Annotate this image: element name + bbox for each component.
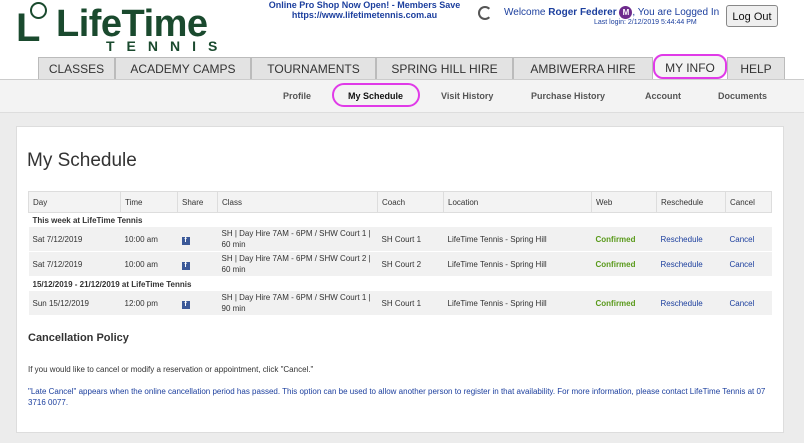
cancellation-policy-title: Cancellation Policy	[28, 332, 129, 344]
table-row: Sat 7/12/2019 10:00 am f SH | Day Hire 7…	[28, 251, 772, 277]
main-tabs: CLASSES ACADEMY CAMPS TOURNAMENTS SPRING…	[0, 54, 804, 79]
table-row: Sat 7/12/2019 10:00 am f SH | Day Hire 7…	[28, 227, 772, 252]
row-time: 12:00 pm	[120, 291, 178, 316]
schedule-table: Day Time Share Class Coach Location Web …	[28, 191, 772, 316]
group-header: This week at LifeTime Tennis	[28, 212, 772, 227]
reschedule-link[interactable]: Reschedule	[656, 291, 726, 316]
reschedule-link[interactable]: Reschedule	[656, 251, 726, 277]
tab-my-info[interactable]: MY INFO	[653, 54, 727, 79]
row-location: LifeTime Tennis - Spring Hill	[443, 291, 592, 316]
logout-button[interactable]: Log Out	[726, 5, 778, 27]
row-coach: SH Court 2	[377, 251, 444, 277]
user-name: Roger Federer	[548, 7, 617, 19]
row-class: SH | Day Hire 7AM - 6PM / SHW Court 1 | …	[217, 291, 378, 316]
row-coach: SH Court 1	[377, 291, 444, 316]
header: L LifeTime TENNIS Online Pro Shop Now Op…	[0, 0, 804, 57]
my-schedule-highlight	[332, 83, 420, 107]
row-share: f	[177, 227, 218, 252]
member-badge: M	[619, 6, 633, 19]
row-coach: SH Court 1	[377, 227, 444, 252]
row-share: f	[177, 251, 218, 277]
row-day: Sat 7/12/2019	[28, 227, 121, 252]
row-share: f	[177, 291, 218, 316]
group-header: 15/12/2019 - 21/12/2019 at LifeTime Tenn…	[28, 276, 772, 291]
row-web-status: Confirmed	[591, 291, 657, 316]
col-location: Location	[443, 191, 592, 213]
facebook-icon[interactable]: f	[181, 236, 190, 245]
col-time: Time	[120, 191, 178, 213]
promo-line-1: Online Pro Shop Now Open! - Members Save	[268, 0, 461, 10]
late-cancel-text: "Late Cancel" appears when the online ca…	[28, 387, 766, 407]
table-header: Day Time Share Class Coach Location Web …	[28, 191, 772, 213]
row-day: Sat 7/12/2019	[28, 251, 121, 277]
row-web-status: Confirmed	[591, 227, 657, 252]
logo-subtitle: TENNIS	[106, 38, 230, 54]
subnav-profile[interactable]: Profile	[283, 80, 311, 112]
col-coach: Coach	[377, 191, 444, 213]
subnav-documents[interactable]: Documents	[718, 80, 767, 112]
tab-ambiwerra-hire[interactable]: AMBIWERRA HIRE	[513, 57, 653, 79]
tab-academy-camps[interactable]: ACADEMY CAMPS	[115, 57, 251, 79]
subnav-purchase-history[interactable]: Purchase History	[531, 80, 605, 112]
welcome-text: Welcome	[504, 7, 546, 19]
subnav-visit-history[interactable]: Visit History	[441, 80, 493, 112]
promo-banner[interactable]: Online Pro Shop Now Open! - Members Save…	[262, 0, 467, 20]
row-time: 10:00 am	[120, 251, 178, 277]
promo-line-2[interactable]: https://www.lifetimetennis.com.au	[262, 10, 467, 20]
col-reschedule: Reschedule	[656, 191, 726, 213]
group-label: This week at LifeTime Tennis	[28, 212, 772, 227]
row-location: LifeTime Tennis - Spring Hill	[443, 227, 592, 252]
col-cancel: Cancel	[725, 191, 772, 213]
group-label: 15/12/2019 - 21/12/2019 at LifeTime Tenn…	[28, 276, 772, 291]
logged-in-text: , You are Logged In	[632, 7, 720, 19]
loading-icon	[478, 6, 492, 20]
tab-tournaments[interactable]: TOURNAMENTS	[251, 57, 376, 79]
col-day: Day	[28, 191, 121, 213]
cancel-link[interactable]: Cancel	[725, 251, 772, 277]
row-class: SH | Day Hire 7AM - 6PM / SHW Court 1 | …	[217, 227, 378, 252]
table-row: Sun 15/12/2019 12:00 pm f SH | Day Hire …	[28, 291, 772, 316]
page-title: My Schedule	[27, 150, 137, 171]
tennis-ball-icon	[30, 2, 47, 19]
row-web-status: Confirmed	[591, 251, 657, 277]
cancel-link[interactable]: Cancel	[725, 227, 772, 252]
row-day: Sun 15/12/2019	[28, 291, 121, 316]
row-time: 10:00 am	[120, 227, 178, 252]
col-class: Class	[217, 191, 378, 213]
facebook-icon[interactable]: f	[181, 261, 190, 270]
tab-classes[interactable]: CLASSES	[38, 57, 115, 79]
reschedule-link[interactable]: Reschedule	[656, 227, 726, 252]
cancel-link[interactable]: Cancel	[725, 291, 772, 316]
lifetime-tennis-logo[interactable]: L LifeTime TENNIS	[14, 0, 259, 55]
row-class: SH | Day Hire 7AM - 6PM / SHW Court 2 | …	[217, 251, 378, 277]
facebook-icon[interactable]: f	[181, 300, 190, 309]
tab-spring-hill-hire[interactable]: SPRING HILL HIRE	[376, 57, 513, 79]
subnav-account[interactable]: Account	[645, 80, 681, 112]
welcome-message: Welcome Roger Federer M, You are Logged …	[504, 6, 719, 19]
col-web: Web	[591, 191, 657, 213]
col-share: Share	[177, 191, 218, 213]
policy-text: If you would like to cancel or modify a …	[28, 365, 314, 374]
row-location: LifeTime Tennis - Spring Hill	[443, 251, 592, 277]
tab-help[interactable]: HELP	[727, 57, 785, 79]
last-login: Last login: 2/12/2019 5:44:44 PM	[594, 19, 697, 26]
